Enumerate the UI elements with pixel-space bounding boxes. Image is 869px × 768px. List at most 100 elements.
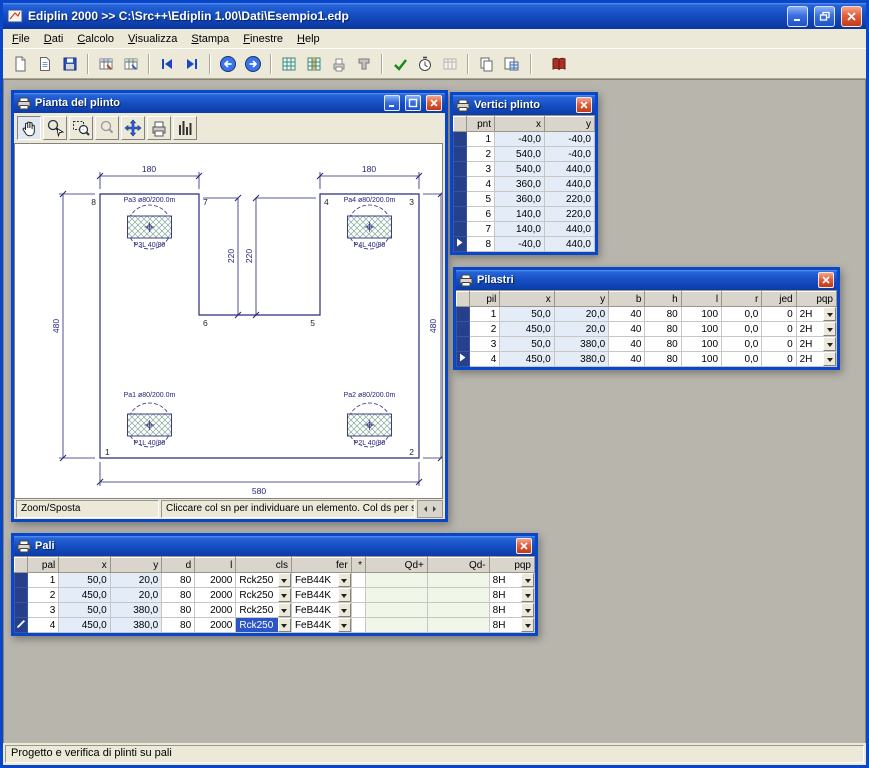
column-header-pal[interactable]: pal	[28, 558, 59, 573]
cell-Qd+[interactable]	[366, 618, 428, 633]
cell-pnt[interactable]: 1	[467, 132, 495, 147]
cell-jed[interactable]: 0	[762, 337, 796, 352]
cell-Qd-[interactable]	[427, 573, 489, 588]
pianta-close-button[interactable]	[426, 95, 442, 111]
cell-y[interactable]: 440,0	[545, 162, 595, 177]
cell-y[interactable]: 380,0	[554, 352, 608, 367]
pilastri-grid[interactable]: pilxybhlrjedpqp150,020,040801000,002H245…	[456, 291, 837, 367]
column-header-*[interactable]: *	[351, 558, 365, 573]
cell-pqp[interactable]: 2H	[796, 322, 836, 337]
column-header-pqp[interactable]: pqp	[489, 558, 534, 573]
cell-y[interactable]: 380,0	[110, 618, 161, 633]
dropdown-button[interactable]	[338, 588, 351, 602]
cell-fer[interactable]: FeB44K	[291, 603, 351, 618]
column-header-pil[interactable]: pil	[470, 292, 500, 307]
dropdown-button[interactable]	[278, 573, 291, 587]
title-bar[interactable]: Ediplin 2000 >> C:\Src++\Ediplin 1.00\Da…	[3, 3, 866, 29]
zoom-pointer-icon[interactable]	[43, 116, 67, 140]
restore-button[interactable]	[814, 6, 835, 27]
row-selector[interactable]	[454, 132, 467, 147]
row-selector[interactable]	[454, 237, 467, 252]
cell-x[interactable]: -40,0	[495, 237, 545, 252]
dropdown-button[interactable]	[823, 352, 836, 366]
column-header-x[interactable]: x	[59, 558, 110, 573]
cell-*[interactable]	[351, 603, 365, 618]
dropdown-button[interactable]	[278, 618, 291, 632]
row-selector[interactable]	[15, 603, 28, 618]
column-header-b[interactable]: b	[609, 292, 645, 307]
cell-x[interactable]: 450,0	[59, 618, 110, 633]
cell-cls[interactable]: Rck250	[236, 573, 292, 588]
cell-l[interactable]: 100	[681, 307, 721, 322]
cell-y[interactable]: 440,0	[545, 222, 595, 237]
cell-pnt[interactable]: 3	[467, 162, 495, 177]
pilastri-title-bar[interactable]: Pilastri	[456, 270, 837, 290]
cell-pqp[interactable]: 8H	[489, 618, 534, 633]
cell-x[interactable]: 360,0	[495, 177, 545, 192]
row-selector[interactable]	[15, 588, 28, 603]
zoom-window-icon[interactable]	[69, 116, 93, 140]
cell-y[interactable]: -40,0	[545, 147, 595, 162]
window-pali[interactable]: Pali palxydlclsfer*Qd+Qd-pqp150,020,0802…	[11, 533, 538, 636]
pali-close-button[interactable]	[516, 538, 532, 554]
pan-hand-icon[interactable]	[17, 116, 41, 140]
print-plan-icon[interactable]	[147, 116, 171, 140]
cell-b[interactable]: 40	[609, 322, 645, 337]
cell-y[interactable]: 20,0	[110, 588, 161, 603]
cell-pal[interactable]: 1	[28, 573, 59, 588]
cell-x[interactable]: -40,0	[495, 132, 545, 147]
dropdown-button[interactable]	[521, 618, 534, 632]
cell-x[interactable]: 540,0	[495, 147, 545, 162]
pile-1[interactable]: Pa1 ø80/200.0m P1L 40/80	[124, 392, 176, 447]
cell-x[interactable]: 50,0	[500, 337, 554, 352]
help-book-icon[interactable]	[547, 52, 571, 76]
cell-pal[interactable]: 2	[28, 588, 59, 603]
cell-Qd-[interactable]	[427, 588, 489, 603]
cell-y[interactable]: 440,0	[545, 237, 595, 252]
cell-h[interactable]: 80	[645, 307, 681, 322]
cell-x[interactable]: 450,0	[59, 588, 110, 603]
cell-l[interactable]: 2000	[195, 588, 236, 603]
calculate-clock-icon[interactable]	[413, 52, 437, 76]
column-header-x[interactable]: x	[495, 117, 545, 132]
row-selector[interactable]	[457, 307, 470, 322]
column-header-Qd+[interactable]: Qd+	[366, 558, 428, 573]
menu-file[interactable]: File	[5, 31, 37, 47]
column-header-y[interactable]: y	[545, 117, 595, 132]
minimize-button[interactable]	[787, 6, 808, 27]
column-header-pnt[interactable]: pnt	[467, 117, 495, 132]
cell-l[interactable]: 2000	[195, 603, 236, 618]
cell-x[interactable]: 540,0	[495, 162, 545, 177]
cell-pnt[interactable]: 2	[467, 147, 495, 162]
cell-pnt[interactable]: 4	[467, 177, 495, 192]
row-selector[interactable]	[454, 162, 467, 177]
row-selector[interactable]	[454, 177, 467, 192]
cell-Qd+[interactable]	[366, 603, 428, 618]
cell-x[interactable]: 450,0	[500, 352, 554, 367]
cell-Qd-[interactable]	[427, 603, 489, 618]
cell-pnt[interactable]: 6	[467, 207, 495, 222]
column-header-l[interactable]: l	[681, 292, 721, 307]
cell-l[interactable]: 100	[681, 337, 721, 352]
move-view-icon[interactable]	[121, 116, 145, 140]
cell-fer[interactable]: FeB44K	[291, 618, 351, 633]
cell-jed[interactable]: 0	[762, 322, 796, 337]
cell-pqp[interactable]: 2H	[796, 337, 836, 352]
cell-x[interactable]: 50,0	[59, 603, 110, 618]
cell-l[interactable]: 2000	[195, 573, 236, 588]
last-record-icon[interactable]	[180, 52, 204, 76]
pianta-title-bar[interactable]: Pianta del plinto	[14, 93, 445, 113]
results-table-icon[interactable]	[438, 52, 462, 76]
row-selector[interactable]	[454, 192, 467, 207]
cell-d[interactable]: 80	[162, 588, 195, 603]
row-selector[interactable]	[454, 222, 467, 237]
dropdown-button[interactable]	[521, 603, 534, 617]
cell-r[interactable]: 0,0	[722, 307, 762, 322]
cell-pqp[interactable]: 8H	[489, 588, 534, 603]
cell-x[interactable]: 50,0	[59, 573, 110, 588]
cell-pil[interactable]: 4	[470, 352, 500, 367]
cell-l[interactable]: 100	[681, 352, 721, 367]
cell-cls[interactable]: Rck250	[236, 588, 292, 603]
dropdown-button[interactable]	[278, 588, 291, 602]
cell-*[interactable]	[351, 618, 365, 633]
